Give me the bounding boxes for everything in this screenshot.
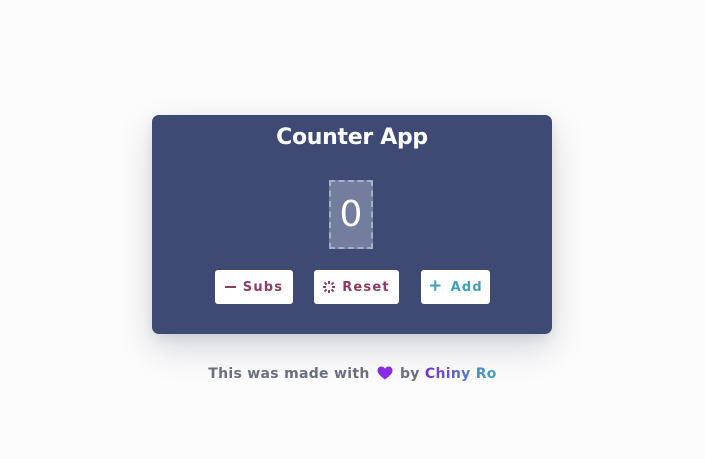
counter-value: 0 — [339, 194, 363, 235]
heart-icon — [377, 366, 393, 380]
add-button[interactable]: + Add — [421, 270, 490, 304]
add-button-label: Add — [450, 279, 483, 295]
reset-icon — [323, 281, 336, 293]
app-title: Counter App — [276, 125, 428, 150]
minus-icon — [224, 286, 236, 288]
reset-button-label: Reset — [342, 279, 390, 295]
author-link[interactable]: Chiny Ro — [425, 366, 497, 382]
footer-prefix: This was made with — [208, 366, 370, 382]
footer-by: by — [399, 366, 420, 382]
reset-button[interactable]: Reset — [314, 270, 399, 304]
counter-card: Counter App 0 Subs Reset + Add — [152, 115, 552, 334]
plus-icon: + — [428, 275, 444, 296]
subtract-button-label: Subs — [242, 279, 284, 295]
footer-credit: This was made with by Chiny Ro — [0, 366, 705, 382]
counter-display: 0 — [329, 180, 373, 249]
subtract-button[interactable]: Subs — [215, 270, 293, 304]
